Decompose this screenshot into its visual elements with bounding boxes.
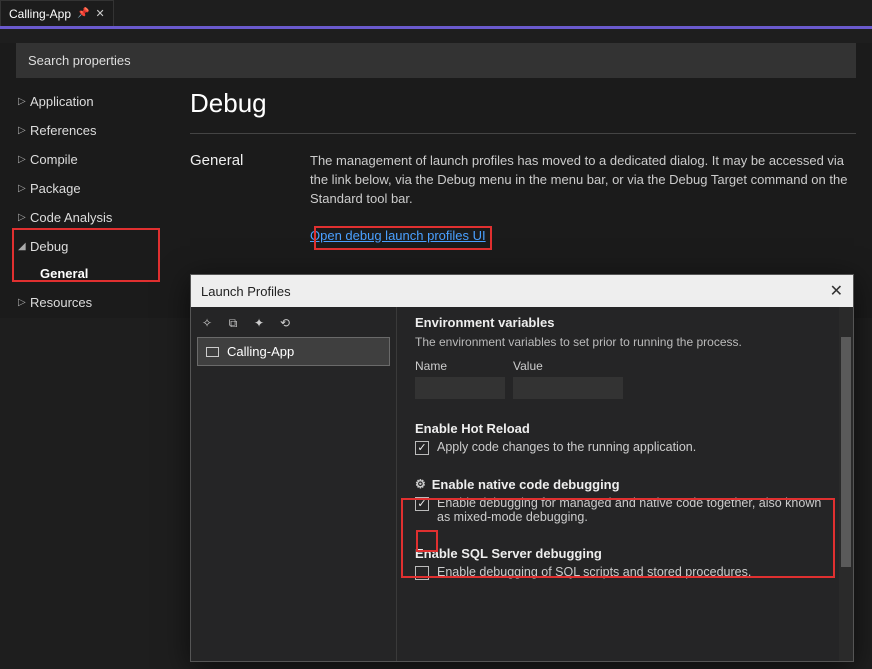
delete-profile-icon[interactable]: ✦ <box>251 315 267 331</box>
native-debug-block: ⚙ Enable native code debugging ✓ Enable … <box>415 477 831 524</box>
hot-reload-label: Apply code changes to the running applic… <box>437 440 696 454</box>
pin-icon[interactable]: 📌 <box>77 8 89 19</box>
env-vars-block: Environment variables The environment va… <box>415 315 831 399</box>
scrollbar[interactable] <box>839 307 853 661</box>
tab-strip: Calling-App 📌 ✕ <box>0 0 872 26</box>
chevron-right-icon: ▷ <box>18 125 30 136</box>
sidebar-item-compile[interactable]: ▷Compile <box>16 146 166 173</box>
env-name-input[interactable] <box>415 377 505 399</box>
chevron-down-icon: ◢ <box>18 241 30 252</box>
env-value-input[interactable] <box>513 377 623 399</box>
profile-item-label: Calling-App <box>227 344 294 359</box>
sql-debug-block: Enable SQL Server debugging Enable debug… <box>415 546 831 580</box>
dialog-titlebar: Launch Profiles ✕ <box>191 275 853 307</box>
native-debug-checkbox[interactable]: ✓ <box>415 497 429 511</box>
env-vars-title: Environment variables <box>415 315 831 330</box>
open-launch-profiles-link[interactable]: Open debug launch profiles UI <box>310 227 486 246</box>
sql-debug-title: Enable SQL Server debugging <box>415 546 831 561</box>
hot-reload-block: Enable Hot Reload ✓ Apply code changes t… <box>415 421 831 455</box>
divider <box>190 133 856 134</box>
tab-active[interactable]: Calling-App 📌 ✕ <box>0 0 114 26</box>
duplicate-profile-icon[interactable]: ⧉ <box>225 315 241 331</box>
accent-bar <box>0 26 872 29</box>
native-debug-title: Enable native code debugging <box>432 477 620 492</box>
hot-reload-title: Enable Hot Reload <box>415 421 831 436</box>
chevron-right-icon: ▷ <box>18 212 30 223</box>
rename-profile-icon[interactable]: ⟲ <box>277 315 293 331</box>
project-icon <box>206 347 219 357</box>
sidebar-item-debug-general[interactable]: General <box>16 260 166 287</box>
hot-reload-checkbox[interactable]: ✓ <box>415 441 429 455</box>
scrollbar-thumb[interactable] <box>841 337 851 567</box>
general-description: The management of launch profiles has mo… <box>310 152 856 209</box>
chevron-right-icon: ▷ <box>18 183 30 194</box>
profile-item[interactable]: Calling-App <box>197 337 390 366</box>
new-profile-icon[interactable]: ✧ <box>199 315 215 331</box>
properties-sidebar: ▷Application ▷References ▷Compile ▷Packa… <box>16 88 166 318</box>
page-title: Debug <box>190 88 856 119</box>
chevron-right-icon: ▷ <box>18 96 30 107</box>
profiles-toolbar: ✧ ⧉ ✦ ⟲ <box>197 313 390 337</box>
sidebar-item-application[interactable]: ▷Application <box>16 88 166 115</box>
chevron-right-icon: ▷ <box>18 154 30 165</box>
env-vars-desc: The environment variables to set prior t… <box>415 334 831 351</box>
chevron-right-icon: ▷ <box>18 297 30 308</box>
profiles-pane: ✧ ⧉ ✦ ⟲ Calling-App <box>191 307 397 661</box>
launch-profiles-dialog: Launch Profiles ✕ ✧ ⧉ ✦ ⟲ Calling-App En… <box>190 274 854 662</box>
dialog-title-text: Launch Profiles <box>201 284 291 299</box>
gear-icon: ⚙ <box>415 477 426 491</box>
native-debug-label: Enable debugging for managed and native … <box>437 496 831 524</box>
sidebar-item-resources[interactable]: ▷Resources <box>16 289 166 316</box>
sql-debug-label: Enable debugging of SQL scripts and stor… <box>437 565 751 579</box>
sidebar-item-references[interactable]: ▷References <box>16 117 166 144</box>
sql-debug-checkbox[interactable] <box>415 566 429 580</box>
search-placeholder: Search properties <box>28 53 131 68</box>
section-label-general: General <box>190 152 310 245</box>
sidebar-item-code-analysis[interactable]: ▷Code Analysis <box>16 204 166 231</box>
tab-title: Calling-App <box>9 7 71 21</box>
settings-pane: Environment variables The environment va… <box>397 307 853 661</box>
close-icon[interactable]: ✕ <box>830 281 843 301</box>
search-input[interactable]: Search properties <box>16 43 856 78</box>
close-icon[interactable]: ✕ <box>96 7 105 20</box>
sidebar-item-package[interactable]: ▷Package <box>16 175 166 202</box>
env-col-name: Name <box>415 359 505 373</box>
sidebar-item-debug[interactable]: ◢Debug <box>16 233 166 260</box>
env-col-value: Value <box>513 359 623 373</box>
